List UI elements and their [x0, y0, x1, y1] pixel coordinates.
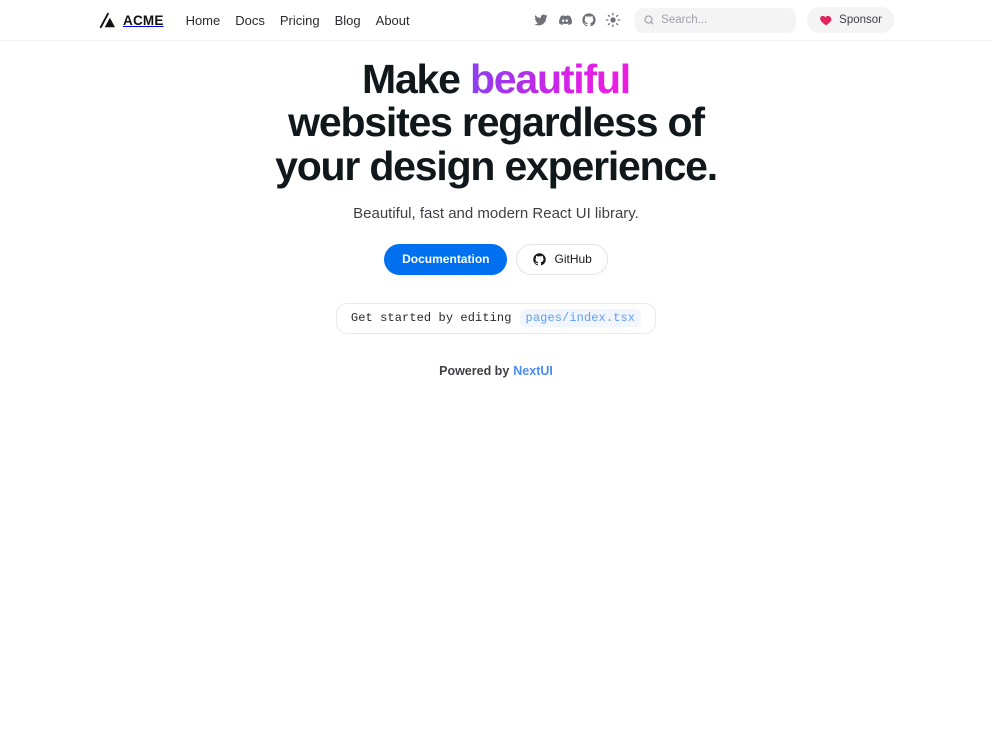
- sun-theme-icon[interactable]: [605, 12, 621, 28]
- get-started-code-card: Get started by editing pages/index.tsx: [335, 302, 657, 334]
- github-button[interactable]: GitHub: [516, 243, 608, 275]
- nav-item-home[interactable]: Home: [186, 13, 221, 28]
- page-headline: Make beautiful websites regardless of yo…: [275, 56, 718, 189]
- brand-logo-link[interactable]: ACME: [98, 11, 164, 30]
- nav-item-about[interactable]: About: [376, 13, 410, 28]
- social-links: [533, 12, 621, 28]
- documentation-button-label: Documentation: [402, 252, 490, 267]
- documentation-button[interactable]: Documentation: [384, 243, 508, 275]
- twitter-icon[interactable]: [533, 12, 549, 28]
- github-icon: [532, 252, 547, 267]
- headline-line-2: websites regardless of: [288, 99, 705, 146]
- search-box[interactable]: ⌘K: [635, 7, 844, 33]
- headline-line-3: your design experience.: [275, 142, 718, 189]
- nav-item-pricing[interactable]: Pricing: [280, 13, 320, 28]
- get-started-text: Get started by editing: [350, 311, 512, 326]
- page-subtitle: Beautiful, fast and modern React UI libr…: [353, 204, 639, 222]
- top-navbar: ACME Home Docs Pricing Blog About Search…: [0, 0, 992, 41]
- github-icon[interactable]: [581, 12, 597, 28]
- nav-item-blog[interactable]: Blog: [335, 13, 361, 28]
- powered-by-label: Powered by: [439, 363, 510, 378]
- code-file-chip: pages/index.tsx: [519, 309, 642, 328]
- heart-icon: [819, 13, 833, 27]
- sponsor-button[interactable]: Sponsor: [807, 7, 894, 33]
- discord-icon[interactable]: [557, 12, 573, 28]
- hero-section: Make beautiful websites regardless of yo…: [0, 41, 992, 378]
- acme-triangle-logo-icon: [98, 11, 117, 30]
- nextui-link[interactable]: NextUI: [513, 364, 553, 378]
- search-icon: [643, 14, 655, 26]
- powered-by-footer: Powered by NextUI: [439, 364, 553, 378]
- headline-line-1: Make beautiful: [362, 56, 631, 102]
- headline-prefix: Make: [362, 56, 470, 102]
- navbar-left-section: ACME Home Docs Pricing Blog About: [98, 11, 410, 30]
- github-button-label: GitHub: [554, 252, 592, 267]
- primary-nav: Home Docs Pricing Blog About: [186, 13, 410, 28]
- nav-item-docs[interactable]: Docs: [235, 13, 265, 28]
- headline-accent-word: beautiful: [469, 56, 631, 102]
- search-input[interactable]: [661, 14, 816, 26]
- sponsor-label: Sponsor: [839, 14, 882, 26]
- cta-button-row: Documentation GitHub: [384, 243, 608, 275]
- brand-name: ACME: [123, 12, 164, 28]
- navbar-right-section: ⌘K Sponsor: [533, 7, 894, 33]
